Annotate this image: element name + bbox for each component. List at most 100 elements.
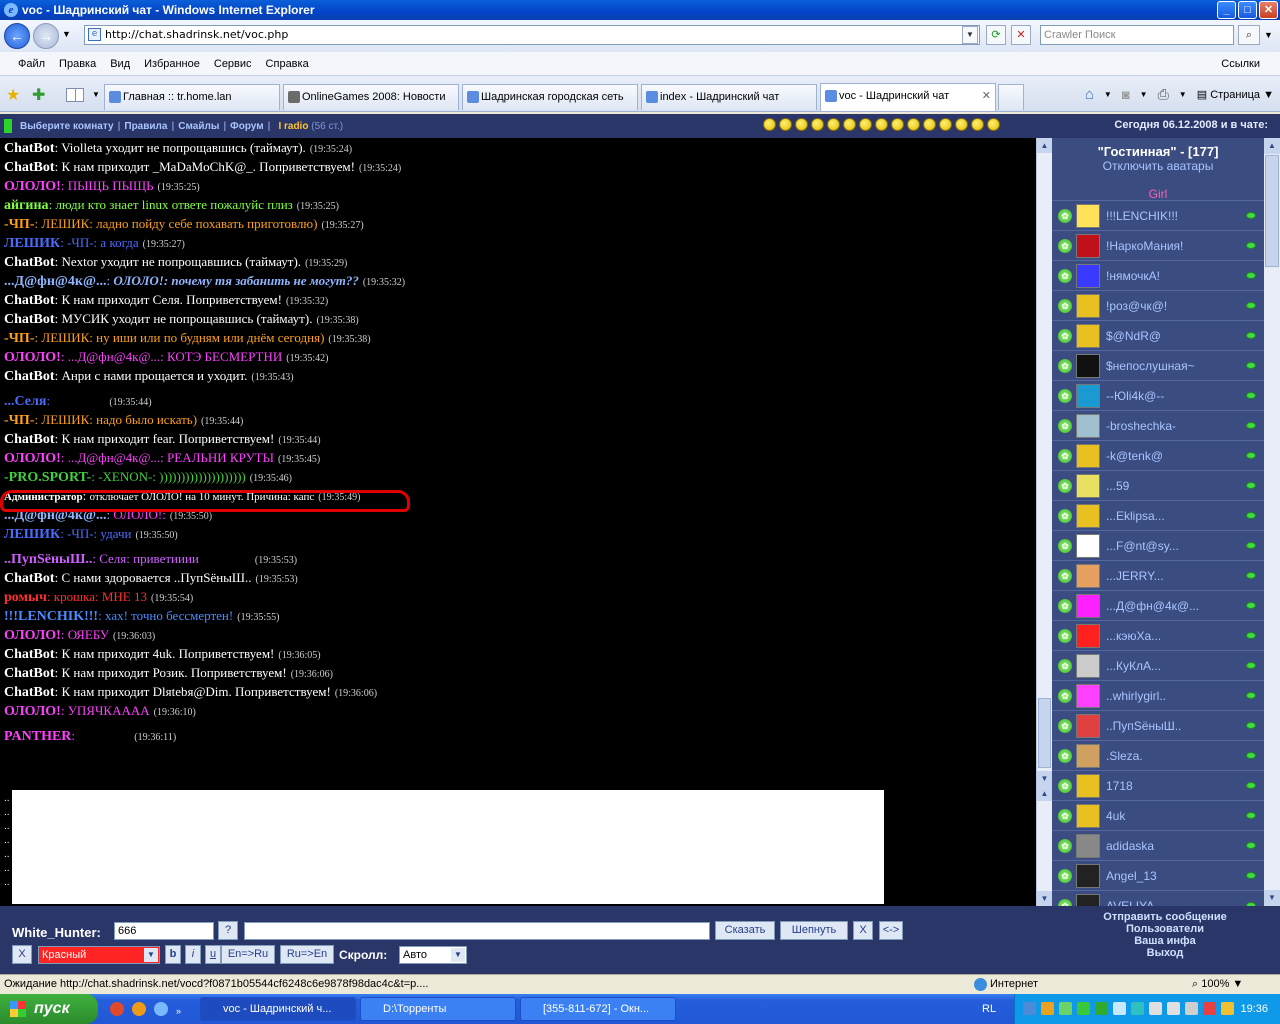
underline-button[interactable]: u	[205, 945, 221, 964]
tray-icon[interactable]	[1203, 1002, 1216, 1015]
add-favorites-icon[interactable]: ✚	[32, 85, 45, 105]
eye-icon[interactable]	[1246, 272, 1256, 279]
smiley-icon[interactable]	[859, 118, 872, 131]
back-button[interactable]: ←	[4, 23, 30, 49]
user-nick[interactable]: AVELIYA	[1106, 899, 1154, 907]
scroll-up-icon[interactable]: ▲	[1037, 138, 1052, 153]
eye-icon[interactable]	[1246, 632, 1256, 639]
message-nick[interactable]: ChatBot	[4, 141, 55, 156]
user-list-item[interactable]: ✿ ...Eklipsa...	[1052, 500, 1264, 530]
security-zone[interactable]: Интернет	[972, 975, 1038, 994]
scroll-mode-select[interactable]: Авто ▼	[399, 946, 467, 964]
menu-help[interactable]: Справка	[266, 58, 309, 70]
smiley-icon[interactable]	[891, 118, 904, 131]
ie-quicklaunch-icon[interactable]	[154, 1002, 168, 1016]
scroll-up-icon[interactable]: ▲	[1037, 786, 1052, 801]
eye-icon[interactable]	[1246, 542, 1256, 549]
tray-icon[interactable]	[1059, 1002, 1072, 1015]
user-nick[interactable]: $непослушная~	[1106, 359, 1195, 373]
user-nick[interactable]: ...F@nt@sy...	[1106, 539, 1179, 553]
new-tab-button[interactable]	[998, 84, 1024, 110]
user-list-item[interactable]: ✿ Angel_13	[1052, 860, 1264, 890]
home-dropdown-icon[interactable]: ▼	[1104, 90, 1112, 99]
tab-onlinegames[interactable]: OnlineGames 2008: Новости	[283, 84, 459, 110]
search-input[interactable]: Crawler Поиск	[1040, 25, 1234, 45]
message-nick[interactable]: ромыч	[4, 590, 47, 605]
eye-icon[interactable]	[1246, 572, 1256, 579]
message-nick[interactable]: ...Д@фн@4к@...	[4, 508, 107, 523]
user-nick[interactable]: -broshechka-	[1106, 419, 1176, 433]
smiley-icon[interactable]	[987, 118, 1000, 131]
smiley-icon[interactable]	[843, 118, 856, 131]
send-message-link[interactable]: Отправить сообщение	[1090, 911, 1240, 923]
message-nick[interactable]: !!!LENCHIK!!!	[4, 609, 98, 624]
nav-rules[interactable]: Правила	[124, 121, 167, 132]
print-icon[interactable]: ⎙	[1158, 86, 1169, 103]
clear-color-button[interactable]: X	[12, 945, 32, 964]
menu-file[interactable]: Файл	[18, 58, 45, 70]
smiley-icon[interactable]	[923, 118, 936, 131]
private-scrollbar[interactable]: ▲ ▼	[1036, 786, 1052, 906]
message-nick[interactable]: ОЛОЛО!	[4, 628, 61, 643]
tab-shadrinsk-net[interactable]: Шадринская городская сеть	[462, 84, 638, 110]
close-tab-icon[interactable]: ✕	[982, 84, 991, 108]
task-torrents-folder[interactable]: D:\Торренты	[360, 997, 516, 1021]
message-nick[interactable]: айгина	[4, 198, 49, 213]
message-nick[interactable]: ОЛОЛО!	[4, 350, 61, 365]
tray-icon[interactable]	[1041, 1002, 1054, 1015]
user-nick[interactable]: ...59	[1106, 479, 1129, 493]
scroll-thumb[interactable]	[1038, 698, 1051, 768]
user-list-item[interactable]: ✿ !!!LENCHIK!!!	[1052, 200, 1264, 230]
user-nick[interactable]: .Sleza.	[1106, 749, 1143, 763]
scroll-up-icon[interactable]: ▲	[1264, 138, 1280, 154]
eye-icon[interactable]	[1246, 812, 1256, 819]
user-nick[interactable]: ..ПупSёныШ..	[1106, 719, 1181, 733]
scroll-down-icon[interactable]: ▼	[1037, 771, 1052, 786]
history-dropdown-icon[interactable]: ▼	[62, 29, 71, 39]
quick-tabs-icon[interactable]	[66, 88, 84, 102]
page-menu[interactable]: ▤ Страница ▼	[1197, 88, 1274, 101]
exit-link[interactable]: Выход	[1090, 947, 1240, 959]
quicklaunch-icon[interactable]	[110, 1002, 124, 1016]
code-field[interactable]: 666	[114, 922, 214, 940]
scroll-thumb[interactable]	[1265, 155, 1279, 267]
smiley-icon[interactable]	[811, 118, 824, 131]
eye-icon[interactable]	[1246, 722, 1256, 729]
url-field[interactable]: e http://chat.shadrinsk.net/voc.php	[84, 25, 980, 45]
say-button[interactable]: Сказать	[715, 921, 775, 940]
user-list-item[interactable]: ✿ $@NdR@	[1052, 320, 1264, 350]
user-list-item[interactable]: ✿ .Sleza.	[1052, 740, 1264, 770]
nav-forum[interactable]: Форум	[230, 121, 263, 132]
message-nick[interactable]: ОЛОЛО!	[4, 451, 61, 466]
message-nick[interactable]: ..ПупSёныШ..	[4, 552, 92, 567]
eye-icon[interactable]	[1246, 872, 1256, 879]
smiley-icon[interactable]	[827, 118, 840, 131]
maximize-button[interactable]: □	[1238, 1, 1257, 19]
smiley-icon[interactable]	[779, 118, 792, 131]
message-nick[interactable]: ChatBot	[4, 312, 55, 327]
eye-icon[interactable]	[1246, 842, 1256, 849]
user-nick[interactable]: ...Д@фн@4к@...	[1106, 599, 1199, 613]
quicklaunch-more-icon[interactable]: »	[176, 1006, 181, 1016]
user-list-item[interactable]: ✿ ...JERRY...	[1052, 560, 1264, 590]
user-list-item[interactable]: ✿ ..whirlygirl..	[1052, 680, 1264, 710]
user-nick[interactable]: ...JERRY...	[1106, 569, 1164, 583]
eye-icon[interactable]	[1246, 662, 1256, 669]
scroll-down-icon[interactable]: ▼	[1264, 890, 1280, 906]
smiley-icon[interactable]	[875, 118, 888, 131]
search-options-icon[interactable]: ▼	[1264, 30, 1273, 40]
tab-voc-chat[interactable]: voc - Шадринский чат ✕	[820, 83, 996, 111]
swap-button[interactable]: <->	[879, 921, 903, 940]
message-nick[interactable]: ChatBot	[4, 160, 55, 175]
eye-icon[interactable]	[1246, 392, 1256, 399]
eye-icon[interactable]	[1246, 752, 1256, 759]
user-list-item[interactable]: ✿ -broshechka-	[1052, 410, 1264, 440]
message-nick[interactable]: ЛЕШИК	[4, 236, 60, 251]
tray-icon[interactable]	[1095, 1002, 1108, 1015]
clear-button[interactable]: X	[853, 921, 873, 940]
network-icon[interactable]	[1167, 1002, 1180, 1015]
feeds-dropdown-icon[interactable]: ▼	[1140, 90, 1148, 99]
user-nick[interactable]: ...КуКлА...	[1106, 659, 1161, 673]
zoom-level[interactable]: ⌕ 100% ▼	[1192, 975, 1243, 994]
tray-icon[interactable]	[1077, 1002, 1090, 1015]
